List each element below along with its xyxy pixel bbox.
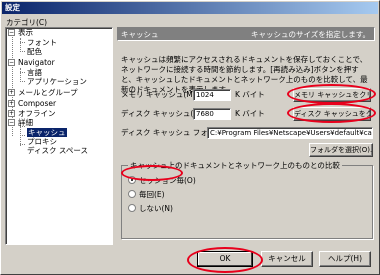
tree-item-label: ディスク スペース [27, 146, 88, 155]
tree-item-label: 言語 [27, 68, 42, 77]
category-tree[interactable]: − 表示 フォント 配色 − Navigator 言語 アプリケーション + メ… [5, 27, 113, 245]
tree-item-offline[interactable]: + オフライン [6, 109, 106, 118]
memory-cache-input[interactable]: 1024 [193, 89, 231, 101]
clear-disk-cache-button[interactable]: ディスク キャッシュをクリア(K) [293, 107, 371, 121]
tree-item-cache[interactable]: キャッシュ [6, 128, 106, 137]
panel-header: キャッシュ キャッシュのサイズを指定します。 [117, 27, 375, 41]
tree-item-advanced[interactable]: − 詳細 [6, 118, 106, 127]
radio-icon[interactable] [128, 190, 136, 198]
tree-item-label: 詳細 [18, 118, 33, 127]
compare-group-label: キャッシュ上のドキュメントとネットワーク上のものとの比較 [128, 160, 342, 171]
tree-item-label: メールとグループ [18, 88, 78, 97]
compare-document-group: キャッシュ上のドキュメントとネットワーク上のものとの比較 セッション毎(O) 毎… [121, 160, 373, 239]
expand-icon[interactable]: + [8, 89, 15, 96]
panel-subtitle: キャッシュのサイズを指定します。 [250, 30, 370, 39]
tree-item-label: キャッシュ [27, 128, 67, 137]
cache-settings-panel: キャッシュは頻繁にアクセスされるドキュメントを保存しておくことで、ネットワークに… [117, 45, 377, 243]
tree-item-label: プロキシ [27, 137, 57, 146]
tree-item-label: 表示 [18, 28, 33, 37]
collapse-icon[interactable]: − [8, 59, 15, 66]
disk-cache-unit: K バイト [235, 109, 265, 118]
radio-selected-icon[interactable] [128, 176, 136, 184]
tree-item-label: オフライン [18, 109, 56, 118]
tree-item-display[interactable]: − 表示 [6, 28, 106, 37]
panel-title: キャッシュ [121, 30, 159, 39]
expand-icon[interactable]: + [8, 100, 15, 107]
tree-item-disk-space[interactable]: ディスク スペース [6, 146, 106, 155]
radio-label: しない(N) [139, 204, 173, 213]
tree-item-composer[interactable]: + Composer [6, 99, 106, 108]
tree-item-colors[interactable]: 配色 [6, 47, 106, 56]
disk-cache-folder-input[interactable]: C:¥Program Files¥Netscape¥Users¥default¥… [207, 127, 373, 139]
collapse-icon[interactable]: − [8, 29, 15, 36]
tree-item-navigator[interactable]: − Navigator [6, 58, 106, 67]
radio-label: セッション毎(O) [139, 176, 196, 185]
tree-item-fonts[interactable]: フォント [6, 38, 106, 47]
settings-window: 設定 カテゴリ(C) − 表示 フォント 配色 − Navigator 言語 ア… [0, 0, 380, 275]
tree-item-label: 配色 [27, 47, 42, 56]
tree-item-label: Composer [18, 99, 57, 108]
tree-item-languages[interactable]: 言語 [6, 68, 106, 77]
collapse-icon[interactable]: − [8, 119, 15, 126]
radio-label: 毎回(E) [139, 190, 165, 199]
memory-cache-unit: K バイト [235, 90, 265, 99]
choose-folder-button[interactable]: フォルダを選択(O)... [309, 143, 373, 157]
radio-every-time[interactable]: 毎回(E) [128, 190, 165, 200]
tree-item-proxies[interactable]: プロキシ [6, 137, 106, 146]
memory-cache-label: メモリ キャッシュ(M): [121, 90, 199, 99]
tree-item-label: フォント [27, 38, 57, 47]
tree-item-label: Navigator [18, 58, 55, 67]
tree-item-applications[interactable]: アプリケーション [6, 77, 106, 86]
tree-item-label: アプリケーション [27, 77, 87, 86]
tree-item-mail-groups[interactable]: + メールとグループ [6, 88, 106, 97]
clear-memory-cache-button[interactable]: メモリ キャッシュをクリア(L) [293, 88, 371, 102]
cancel-button[interactable]: キャンセル [261, 251, 313, 267]
radio-once-per-session[interactable]: セッション毎(O) [128, 176, 196, 186]
help-button[interactable]: ヘルプ(H) [319, 251, 371, 267]
radio-never[interactable]: しない(N) [128, 204, 173, 214]
disk-cache-input[interactable]: 7680 [193, 108, 231, 120]
ok-button[interactable]: OK [197, 251, 253, 267]
window-title: 設定 [2, 2, 378, 14]
expand-icon[interactable]: + [8, 110, 15, 117]
disk-cache-label: ディスク キャッシュ(D): [121, 109, 205, 118]
radio-icon[interactable] [128, 204, 136, 212]
